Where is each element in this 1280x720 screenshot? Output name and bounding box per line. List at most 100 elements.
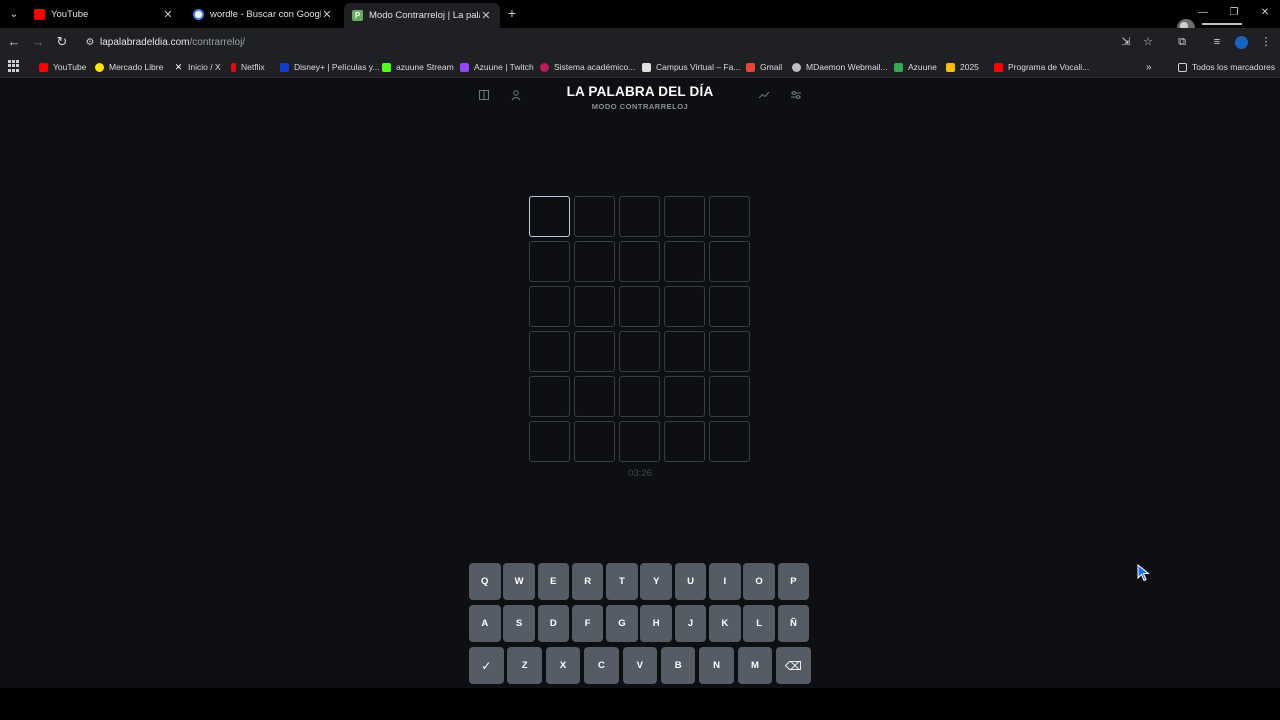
letter-cell[interactable] [664,241,705,282]
letter-cell[interactable] [529,286,570,327]
key-n[interactable]: N [699,647,734,684]
tab-google-search[interactable]: wordle - Buscar con Google ✕ [185,3,341,25]
settings-sliders-icon[interactable] [789,89,803,103]
key-o[interactable]: O [743,563,775,600]
letter-cell[interactable] [574,241,615,282]
more-bookmarks-chevron-icon[interactable]: » [1146,60,1152,74]
apps-grid-icon[interactable] [8,60,20,72]
letter-cell[interactable] [664,376,705,417]
bookmark-mdaemon[interactable]: MDaemon Webmail... [792,60,888,74]
letter-cell[interactable] [574,286,615,327]
bookmark-kick[interactable]: azuune Stream [382,60,454,74]
key-h[interactable]: H [640,605,672,642]
letter-cell[interactable] [709,286,750,327]
reload-icon[interactable]: ↻ [53,33,71,51]
key-ñ[interactable]: Ñ [777,605,810,642]
bookmark-gmail[interactable]: Gmail [746,60,782,74]
letter-cell[interactable] [619,241,660,282]
letter-cell[interactable] [619,331,660,372]
key-i[interactable]: I [709,563,741,600]
tab-close-icon[interactable]: ✕ [480,9,492,22]
key-x[interactable]: X [545,647,581,684]
media-controls-icon[interactable]: ≡ [1208,33,1226,51]
key-q[interactable]: Q [469,563,501,600]
letter-cell[interactable] [529,331,570,372]
key-e[interactable]: E [537,563,570,600]
bookmark-sistema-academico[interactable]: Sistema académico... [540,60,635,74]
letter-cell[interactable] [709,196,750,237]
letter-cell[interactable] [664,421,705,462]
menu-dots-icon[interactable]: ⋮ [1257,33,1275,51]
bookmark-netflix[interactable]: Netflix [231,60,265,74]
key-l[interactable]: L [743,605,775,642]
bookmark-youtube[interactable]: YouTube [39,60,86,74]
install-app-icon[interactable]: ⇲ [1117,33,1135,51]
bookmark-drive-azuune[interactable]: Azuune [894,60,937,74]
key-m[interactable]: M [737,647,773,684]
site-info-icon[interactable]: ⚙ [80,37,100,48]
backspace-icon[interactable]: ⌫ [776,647,811,684]
tab-search-button[interactable]: ⌄ [4,4,24,24]
letter-cell[interactable] [709,421,750,462]
key-t[interactable]: T [606,563,638,600]
profile-icon[interactable] [1232,33,1250,51]
letter-cell[interactable] [529,376,570,417]
minimize-button[interactable]: — [1190,4,1216,22]
tab-close-icon[interactable]: ✕ [162,8,174,21]
key-j[interactable]: J [674,605,707,642]
key-p[interactable]: P [777,563,810,600]
letter-cell[interactable] [529,196,570,237]
address-bar[interactable]: ⚙ lapalabradeldia.com/contrarreloj/ [80,31,1170,53]
extensions-icon[interactable]: ⧉ [1173,33,1191,51]
letter-cell[interactable] [709,331,750,372]
new-tab-button[interactable]: + [504,5,520,21]
back-arrow-icon[interactable]: ← [5,33,23,51]
bookmark-disney[interactable]: Disney+ | Películas y... [280,60,379,74]
close-window-button[interactable]: ✕ [1252,4,1278,22]
url-text[interactable]: lapalabradeldia.com/contrarreloj/ [100,37,245,48]
letter-cell[interactable] [574,421,615,462]
letter-cell[interactable] [664,331,705,372]
bookmark-star-icon[interactable]: ☆ [1139,33,1157,51]
key-w[interactable]: W [503,563,535,600]
all-bookmarks-folder[interactable]: Todos los marcadores [1178,60,1275,74]
letter-cell[interactable] [619,196,660,237]
help-book-icon[interactable] [477,89,491,103]
bookmark-campus-virtual[interactable]: Campus Virtual – Fa... [642,60,740,74]
bookmark-twitch[interactable]: Azuune | Twitch [460,60,534,74]
key-a[interactable]: A [469,605,501,642]
key-k[interactable]: K [709,605,741,642]
key-c[interactable]: C [584,647,619,684]
key-r[interactable]: R [571,563,604,600]
key-u[interactable]: U [674,563,707,600]
letter-cell[interactable] [619,421,660,462]
key-v[interactable]: V [622,647,658,684]
letter-cell[interactable] [664,286,705,327]
key-z[interactable]: Z [507,647,542,684]
restore-button[interactable]: ❐ [1221,4,1247,22]
key-d[interactable]: D [537,605,570,642]
tab-contrarreloj[interactable]: P Modo Contrarreloj | La palabra ✕ [344,3,500,28]
key-g[interactable]: G [606,605,638,642]
tab-close-icon[interactable]: ✕ [321,8,333,21]
bookmark-programa-vocali[interactable]: Programa de Vocali... [994,60,1089,74]
letter-cell[interactable] [619,286,660,327]
user-icon[interactable] [509,89,523,103]
key-f[interactable]: F [571,605,604,642]
key-s[interactable]: S [503,605,535,642]
tab-youtube[interactable]: YouTube ✕ [26,3,182,25]
bookmark-drive-2025[interactable]: 2025 [946,60,979,74]
stats-trend-icon[interactable] [757,89,771,103]
bookmark-x[interactable]: ✕ Inicio / X [174,60,221,74]
letter-cell[interactable] [619,376,660,417]
forward-arrow-icon[interactable]: → [29,33,47,51]
letter-cell[interactable] [574,376,615,417]
letter-cell[interactable] [709,376,750,417]
bookmark-mercado-libre[interactable]: Mercado Libre [95,60,163,74]
enter-check-icon[interactable]: ✓ [469,647,504,684]
letter-cell[interactable] [574,331,615,372]
key-y[interactable]: Y [640,563,672,600]
letter-cell[interactable] [664,196,705,237]
letter-cell[interactable] [709,241,750,282]
key-b[interactable]: B [660,647,696,684]
